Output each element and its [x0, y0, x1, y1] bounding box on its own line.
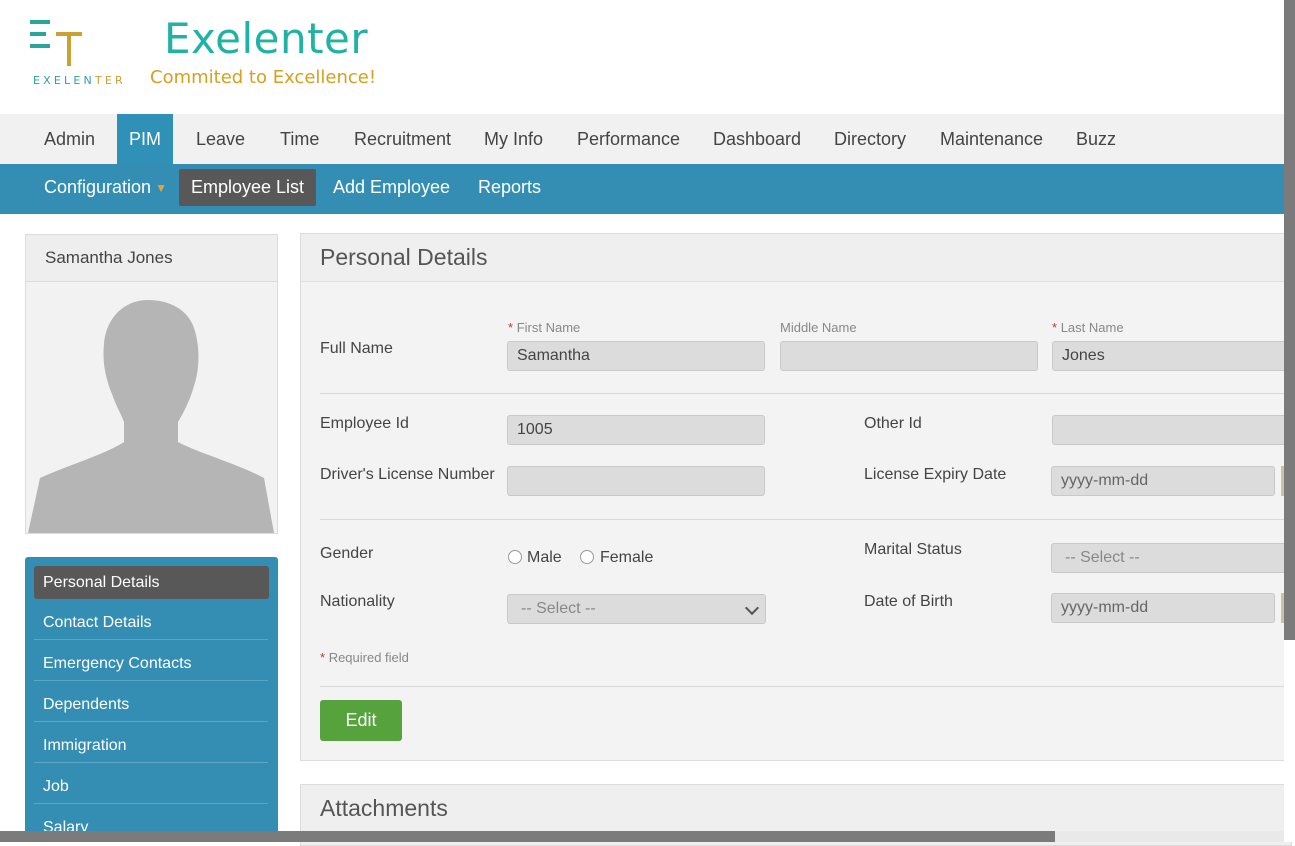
gender-male-label: Male [527, 549, 562, 566]
marital-status-select[interactable]: -- Select -- [1051, 543, 1291, 573]
vertical-scrollbar-thumb[interactable] [1284, 0, 1295, 640]
last-name-label: * Last Name [1052, 320, 1124, 335]
personal-details-title: Personal Details [301, 234, 1291, 282]
profile-photo[interactable] [26, 282, 277, 533]
menu-performance[interactable]: Performance [577, 114, 680, 164]
sidenav-personal-details[interactable]: Personal Details [34, 566, 269, 599]
nationality-select[interactable]: -- Select -- [507, 594, 766, 624]
personal-details-panel: Personal Details Full Name * First Name … [300, 233, 1292, 761]
brand-tagline: Commited to Excellence! [150, 67, 377, 88]
menu-maintenance[interactable]: Maintenance [940, 114, 1043, 164]
divider [320, 519, 1290, 520]
top-menu: Admin PIM Leave Time Recruitment My Info… [0, 114, 1284, 164]
menu-directory[interactable]: Directory [834, 114, 906, 164]
middle-name-label: Middle Name [780, 320, 857, 335]
required-field-note: * Required field [320, 650, 409, 665]
menu-recruitment[interactable]: Recruitment [354, 114, 451, 164]
dob-field[interactable]: yyyy-mm-dd [1051, 593, 1275, 623]
sidenav-contact-details[interactable]: Contact Details [34, 606, 268, 640]
gender-male-radio[interactable] [508, 550, 522, 564]
marital-status-label: Marital Status [864, 541, 962, 558]
employee-id-label: Employee Id [320, 415, 409, 432]
sidenav-emergency-contacts[interactable]: Emergency Contacts [34, 647, 268, 681]
menu-leave[interactable]: Leave [196, 114, 245, 164]
nationality-label: Nationality [320, 593, 395, 610]
avatar-placeholder-icon [28, 300, 274, 533]
license-number-label: Driver's License Number [320, 466, 495, 483]
other-id-field[interactable] [1052, 415, 1292, 445]
full-name-label: Full Name [320, 340, 393, 357]
logo-wordmark: EXELENTER [33, 74, 126, 87]
dob-label: Date of Birth [864, 593, 953, 610]
edit-button[interactable]: Edit [320, 700, 402, 741]
license-expiry-label: License Expiry Date [864, 466, 1007, 483]
submenu-configuration[interactable]: Configuration ▼ [44, 169, 167, 206]
divider [320, 686, 1290, 687]
submenu-reports[interactable]: Reports [478, 169, 541, 206]
menu-my-info[interactable]: My Info [484, 114, 543, 164]
first-name-field[interactable]: Samantha [507, 341, 765, 371]
middle-name-field[interactable] [780, 341, 1038, 371]
submenu-configuration-label: Configuration [44, 177, 152, 197]
vertical-scrollbar[interactable] [1284, 0, 1295, 842]
caret-down-icon: ▼ [155, 181, 167, 195]
profile-name: Samantha Jones [26, 235, 277, 282]
horizontal-scrollbar[interactable] [0, 831, 1284, 842]
menu-dashboard[interactable]: Dashboard [713, 114, 801, 164]
other-id-label: Other Id [864, 415, 922, 432]
gender-label: Gender [320, 545, 374, 562]
employee-id-field[interactable]: 1005 [507, 415, 765, 445]
menu-pim[interactable]: PIM [117, 114, 173, 164]
sidenav-job[interactable]: Job [34, 770, 268, 804]
brand-name: Exelenter [164, 14, 369, 63]
license-expiry-field[interactable]: yyyy-mm-dd [1051, 466, 1275, 496]
attachments-title: Attachments [320, 795, 448, 821]
gender-female-label: Female [600, 549, 654, 566]
profile-card: Samantha Jones [25, 234, 278, 534]
first-name-label: * First Name [508, 320, 581, 335]
chevron-down-icon [744, 600, 760, 616]
sub-menu: Configuration ▼ Employee List Add Employe… [0, 164, 1284, 214]
horizontal-scrollbar-thumb[interactable] [0, 831, 1055, 842]
app-header: EXELENTER Exelenter Commited to Excellen… [0, 0, 1284, 114]
last-name-field[interactable]: Jones [1052, 341, 1292, 371]
divider [320, 393, 1290, 394]
submenu-add-employee[interactable]: Add Employee [333, 169, 450, 206]
employee-side-nav: Personal Details Contact Details Emergen… [25, 557, 278, 842]
menu-admin[interactable]: Admin [44, 114, 95, 164]
license-number-field[interactable] [507, 466, 765, 496]
sidenav-dependents[interactable]: Dependents [34, 688, 268, 722]
menu-time[interactable]: Time [280, 114, 319, 164]
sidenav-immigration[interactable]: Immigration [34, 729, 268, 763]
submenu-employee-list[interactable]: Employee List [179, 169, 317, 206]
nationality-select-value: -- Select -- [521, 600, 596, 617]
menu-buzz[interactable]: Buzz [1076, 114, 1116, 164]
gender-female-radio[interactable] [580, 550, 594, 564]
